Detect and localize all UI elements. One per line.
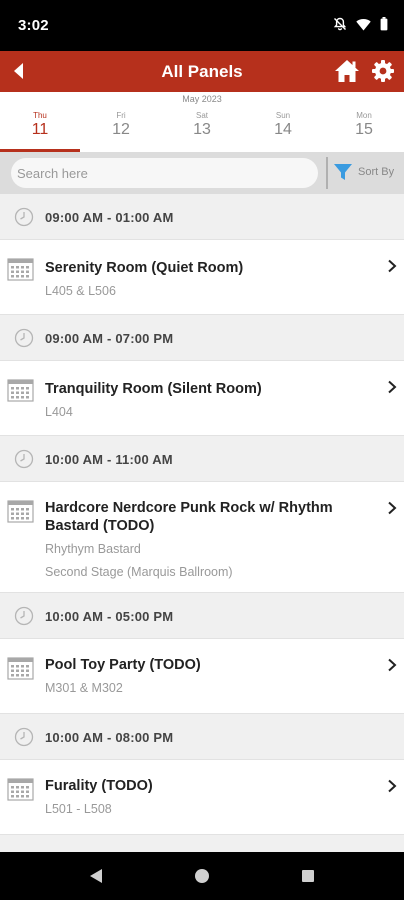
panel-list: 09:00 AM - 01:00 AM Serenity Room (Quiet… (0, 194, 404, 852)
gear-icon (372, 60, 394, 82)
clock-icon (14, 727, 34, 747)
time-group-header: 10:00 AM - 11:00 AM (0, 436, 404, 482)
status-bar: 3:02 (0, 0, 404, 51)
battery-icon (380, 17, 388, 31)
chevron-right-icon (388, 501, 397, 515)
panel-location: L405 & L506 (45, 284, 116, 298)
status-time: 3:02 (18, 17, 49, 34)
nav-recents-button[interactable] (298, 866, 318, 886)
list-item[interactable]: Tranquility Room (Silent Room) L404 (0, 361, 404, 436)
sort-by-button[interactable]: Sort By (333, 162, 394, 182)
search-input[interactable] (11, 158, 318, 188)
system-nav-bar (0, 852, 404, 900)
filter-icon (334, 164, 352, 180)
time-range: 10:00 AM - 08:00 PM (45, 730, 174, 745)
day-of-week: Sun (275, 111, 291, 120)
clock-icon (14, 328, 34, 348)
nav-home-button[interactable] (192, 866, 212, 886)
panel-location: Second Stage (Marquis Ballroom) (45, 565, 233, 579)
day-of-week: Thu (33, 111, 47, 120)
calendar-icon (7, 778, 34, 801)
list-item[interactable]: Hardcore Nerdcore Punk Rock w/ Rhythm Ba… (0, 482, 404, 593)
divider (326, 157, 328, 189)
month-label: May 2023 (182, 94, 222, 104)
panel-location: L404 (45, 405, 73, 419)
app-bar: All Panels (0, 51, 404, 92)
notifications-off-icon (333, 17, 347, 31)
chevron-right-icon (388, 658, 397, 672)
calendar-icon (7, 258, 34, 281)
time-range: 10:00 AM - 05:00 PM (45, 609, 174, 624)
home-button[interactable] (334, 58, 360, 84)
panel-location: M301 & M302 (45, 681, 123, 695)
day-of-week: Sat (195, 111, 208, 120)
time-group-header: 10:00 AM - 08:00 PM (0, 714, 404, 760)
day-of-week: Fri (116, 111, 126, 120)
day-tab-fri[interactable]: Fri 12 (81, 111, 161, 152)
clock-icon (14, 207, 34, 227)
calendar-icon (7, 379, 34, 402)
triangle-back-icon (90, 869, 102, 883)
list-item[interactable]: Serenity Room (Quiet Room) L405 & L506 (0, 240, 404, 315)
time-range: 10:00 AM - 11:00 AM (45, 452, 173, 467)
settings-button[interactable] (371, 59, 395, 83)
panel-host: Rhythym Bastard (45, 542, 141, 556)
day-tab-thu[interactable]: Thu 11 (0, 111, 80, 152)
panel-title: Furality (TODO) (45, 778, 153, 794)
time-range: 09:00 AM - 07:00 PM (45, 331, 174, 346)
time-range: 09:00 AM - 01:00 AM (45, 210, 174, 225)
calendar-icon (7, 500, 34, 523)
list-item[interactable]: Pool Toy Party (TODO) M301 & M302 (0, 639, 404, 714)
time-group-header (0, 835, 404, 852)
date-selector: May 2023 Thu 11 Fri 12 Sat 13 Sun 14 Mon… (0, 92, 404, 152)
time-group-header: 09:00 AM - 07:00 PM (0, 315, 404, 361)
home-icon (335, 60, 359, 82)
nav-back-button[interactable] (86, 866, 106, 886)
panel-location: L501 - L508 (45, 802, 112, 816)
panel-title: Hardcore Nerdcore Punk Rock w/ Rhythm Ba… (45, 500, 333, 534)
day-tab-sun[interactable]: Sun 14 (243, 111, 323, 152)
day-of-week: Mon (356, 111, 372, 120)
chevron-right-icon (388, 380, 397, 394)
day-tab-sat[interactable]: Sat 13 (162, 111, 242, 152)
clock-icon (14, 606, 34, 626)
list-item[interactable]: Furality (TODO) L501 - L508 (0, 760, 404, 835)
square-recents-icon (302, 870, 314, 882)
circle-home-icon (195, 869, 209, 883)
wifi-icon (356, 18, 371, 30)
day-number: 14 (274, 121, 292, 138)
clock-icon (14, 449, 34, 469)
panel-title: Tranquility Room (Silent Room) (45, 381, 262, 397)
chevron-right-icon (388, 779, 397, 793)
day-number: 13 (193, 121, 211, 138)
search-bar: Sort By (0, 152, 404, 194)
day-number: 11 (31, 121, 49, 138)
chevron-right-icon (388, 259, 397, 273)
panel-title: Pool Toy Party (TODO) (45, 657, 201, 673)
time-group-header: 09:00 AM - 01:00 AM (0, 194, 404, 240)
day-number: 15 (355, 121, 373, 138)
day-tab-mon[interactable]: Mon 15 (324, 111, 404, 152)
status-icons (333, 17, 388, 31)
panel-title: Serenity Room (Quiet Room) (45, 260, 244, 276)
time-group-header: 10:00 AM - 05:00 PM (0, 593, 404, 639)
day-number: 12 (112, 121, 130, 138)
calendar-icon (7, 657, 34, 680)
sort-by-label: Sort By (358, 166, 395, 178)
